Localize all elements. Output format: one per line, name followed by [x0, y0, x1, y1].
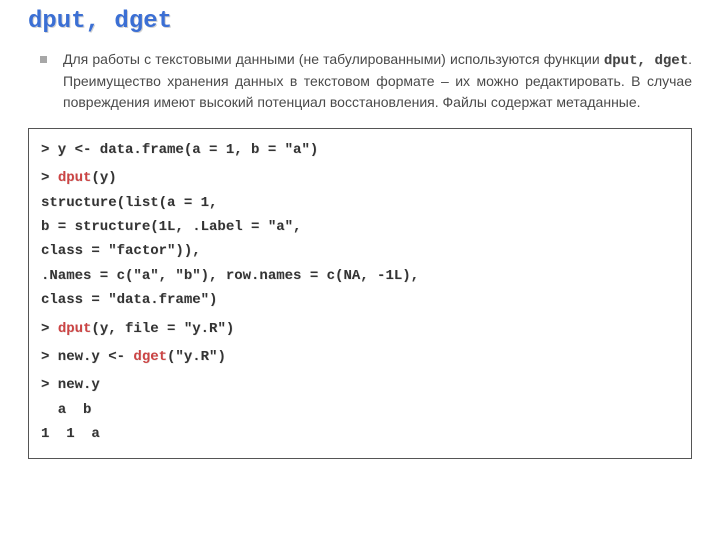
code-text: class = "factor")), — [41, 243, 201, 259]
code-text: (y, file = "y.R") — [91, 321, 234, 337]
code-line: a b — [41, 399, 679, 421]
bullet-icon — [40, 56, 47, 63]
code-fn: dput — [58, 321, 92, 337]
code-fn: dput — [58, 170, 92, 186]
code-text: > new.y <- — [41, 349, 133, 365]
code-line: b = structure(1L, .Label = "a", — [41, 216, 679, 238]
code-block: > y <- data.frame(a = 1, b = "a") > dput… — [28, 128, 692, 459]
code-fn: dget — [133, 349, 167, 365]
code-line: class = "factor")), — [41, 240, 679, 262]
code-text: class = "data.frame") — [41, 292, 217, 308]
code-text: .Names = c("a", "b"), row.names = c(NA, … — [41, 268, 419, 284]
code-line: > new.y <- dget("y.R") — [41, 346, 679, 368]
code-line: > y <- data.frame(a = 1, b = "a") — [41, 139, 679, 161]
code-text: > y <- data.frame(a = 1, b = "a") — [41, 142, 318, 158]
code-text: > — [41, 170, 58, 186]
code-text: ("y.R") — [167, 349, 226, 365]
code-text: > — [41, 321, 58, 337]
bullet-item: Для работы с текстовыми данными (не табу… — [28, 49, 692, 112]
code-text: (y) — [91, 170, 116, 186]
paragraph-pre: Для работы с текстовыми данными (не табу… — [63, 51, 604, 67]
code-line: > new.y — [41, 374, 679, 396]
code-text: 1 1 a — [41, 426, 100, 442]
paragraph-mono: dput, dget — [604, 53, 688, 69]
code-text: > new.y — [41, 377, 100, 393]
code-line: .Names = c("a", "b"), row.names = c(NA, … — [41, 265, 679, 287]
code-text: structure(list(a = 1, — [41, 195, 217, 211]
code-text: b = structure(1L, .Label = "a", — [41, 219, 301, 235]
code-line: structure(list(a = 1, — [41, 192, 679, 214]
code-text: a b — [41, 402, 91, 418]
code-line: 1 1 a — [41, 423, 679, 445]
code-line: > dput(y) — [41, 167, 679, 189]
paragraph: Для работы с текстовыми данными (не табу… — [63, 49, 692, 112]
code-line: > dput(y, file = "y.R") — [41, 318, 679, 340]
page-title: dput, dget — [28, 8, 692, 35]
code-line: class = "data.frame") — [41, 289, 679, 311]
